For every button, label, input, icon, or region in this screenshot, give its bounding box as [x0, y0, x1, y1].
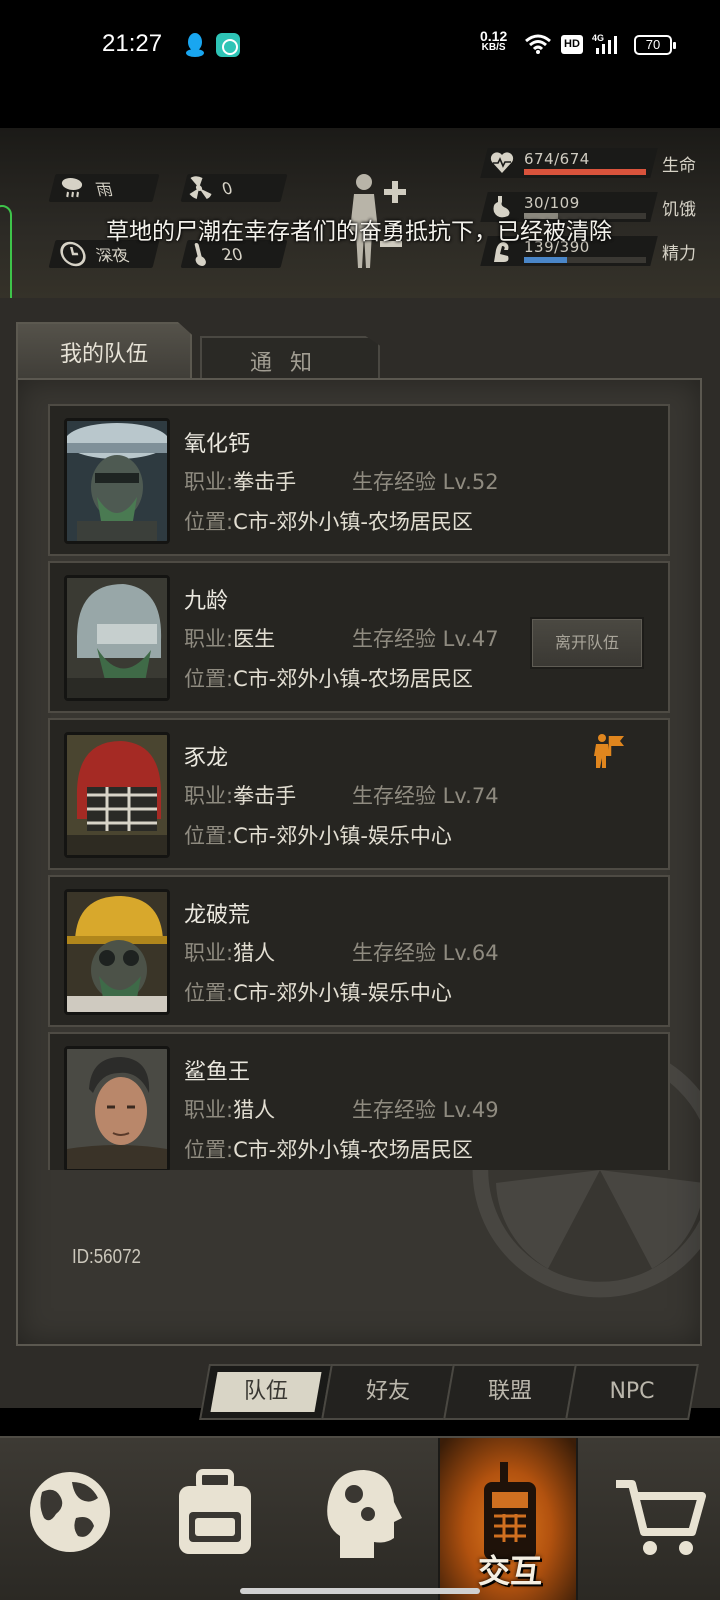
member-location: 位置:C市-郊外小镇-农场居民区: [184, 667, 473, 691]
nav-interact-label: 交互: [477, 1552, 542, 1590]
backpack-icon: [179, 1469, 251, 1554]
member-job: 职业:医生: [184, 627, 276, 651]
member-list[interactable]: 氧化钙 职业:拳击手 生存经验 Lv.52 位置:C市-郊外小镇-农场居民区 九…: [48, 404, 670, 1170]
bottom-nav: 交互: [0, 1436, 720, 1600]
hd-icon: HD: [561, 35, 583, 54]
member-job: 职业:猎人: [184, 941, 276, 965]
energy-label: 精力: [662, 244, 696, 264]
wifi-icon: [525, 34, 551, 54]
member-name: 龙破荒: [184, 903, 251, 928]
signal-icon: 4G: [592, 33, 617, 54]
member-location: 位置:C市-郊外小镇-农场居民区: [184, 510, 473, 534]
nav-map[interactable]: [0, 1438, 140, 1600]
leave-team-button[interactable]: 离开队伍: [530, 617, 644, 669]
tab-my-team[interactable]: 我的队伍: [16, 322, 192, 380]
qq-icon: [186, 33, 204, 57]
weather-readout: 雨: [57, 174, 116, 202]
health-bar: [524, 169, 646, 175]
member-portrait: [64, 418, 170, 544]
clock-icon: [60, 241, 86, 267]
member-name: 鲨鱼王: [184, 1060, 251, 1085]
stat-health[interactable]: 674/674 生命: [480, 148, 704, 180]
health-label: 生命: [662, 156, 696, 176]
member-location: 位置:C市-郊外小镇-娱乐中心: [184, 824, 452, 848]
member-card[interactable]: 氧化钙 职业:拳击手 生存经验 Lv.52 位置:C市-郊外小镇-农场居民区: [48, 404, 670, 556]
member-card[interactable]: 九龄 职业:医生 生存经验 Lv.47 位置:C市-郊外小镇-农场居民区 离开队…: [48, 561, 670, 713]
masked-survivor-portrait-icon: [67, 421, 167, 541]
member-level: 生存经验 Lv.52: [352, 470, 499, 494]
football-helmet-portrait-icon: [67, 735, 167, 855]
team-list-container: 氧化钙 职业:拳击手 生存经验 Lv.52 位置:C市-郊外小镇-农场居民区 九…: [16, 378, 702, 1346]
member-portrait: [64, 1046, 170, 1170]
radiation-readout: 0: [183, 174, 236, 202]
member-level: 生存经验 Lv.49: [352, 1098, 499, 1122]
hardhat-survivor-portrait-icon: [67, 892, 167, 1012]
subtab-npc[interactable]: NPC: [565, 1364, 699, 1420]
member-name: 九龄: [184, 589, 229, 614]
member-name: 豕龙: [184, 746, 229, 771]
app-notification-icon: [216, 33, 240, 57]
nav-skills[interactable]: [290, 1438, 430, 1600]
globe-icon: [30, 1472, 110, 1552]
member-portrait: [64, 732, 170, 858]
nav-shop[interactable]: [590, 1438, 720, 1600]
home-indicator[interactable]: [240, 1588, 480, 1594]
network-speed: 0.12 KB/S: [480, 28, 508, 53]
status-time: 21:27: [102, 30, 163, 57]
member-card[interactable]: 豕龙 职业:拳击手 生存经验 Lv.74 位置:C市-郊外小镇-娱乐中心: [48, 718, 670, 870]
health-value: 674/674: [524, 150, 590, 168]
member-level: 生存经验 Lv.74: [352, 784, 499, 808]
status-bar: 21:27 0.12 KB/S HD 4G 70: [0, 0, 720, 92]
team-leader-flag-icon: [594, 734, 624, 768]
svg-text:4G: 4G: [592, 33, 604, 43]
member-portrait: [64, 575, 170, 701]
member-level: 生存经验 Lv.47: [352, 627, 499, 651]
member-portrait: [64, 889, 170, 1015]
battery-indicator: 70: [634, 35, 676, 55]
member-job: 职业:猎人: [184, 1098, 276, 1122]
member-job: 职业:拳击手: [184, 784, 297, 808]
social-subtabs: 队伍 好友 联盟 NPC: [196, 1364, 708, 1420]
member-location: 位置:C市-郊外小镇-娱乐中心: [184, 981, 452, 1005]
man-portrait-icon: [67, 1049, 167, 1169]
member-location: 位置:C市-郊外小镇-农场居民区: [184, 1138, 473, 1162]
subtab-team[interactable]: 队伍: [199, 1364, 333, 1420]
member-name: 氧化钙: [184, 432, 251, 457]
member-level: 生存经验 Lv.64: [352, 941, 499, 965]
subtab-friends[interactable]: 好友: [321, 1364, 455, 1420]
rain-icon: [61, 178, 83, 198]
hunger-label: 饥饿: [662, 200, 696, 220]
hunger-value: 30/109: [524, 194, 580, 212]
member-card[interactable]: 鲨鱼王 职业:猎人 生存经验 Lv.49 位置:C市-郊外小镇-农场居民区: [48, 1032, 670, 1170]
nav-inventory[interactable]: [145, 1438, 285, 1600]
helmet-survivor-portrait-icon: [67, 578, 167, 698]
player-id: ID:56072: [72, 1246, 141, 1268]
nav-interact[interactable]: 交互: [438, 1438, 578, 1600]
radiation-icon: [189, 176, 212, 199]
member-card[interactable]: 龙破荒 职业:猎人 生存经验 Lv.64 位置:C市-郊外小镇-娱乐中心: [48, 875, 670, 1027]
tab-notice[interactable]: 通知: [200, 336, 380, 380]
cart-icon: [616, 1480, 706, 1555]
event-toast: 草地的尸潮在幸存者们的奋勇抵抗下，已经被清除: [106, 219, 612, 245]
subtab-alliance[interactable]: 联盟: [443, 1364, 577, 1420]
member-job: 职业:拳击手: [184, 470, 297, 494]
heart-pulse-icon: [490, 152, 514, 173]
energy-bar: [524, 257, 646, 263]
head-gears-icon: [327, 1470, 402, 1558]
